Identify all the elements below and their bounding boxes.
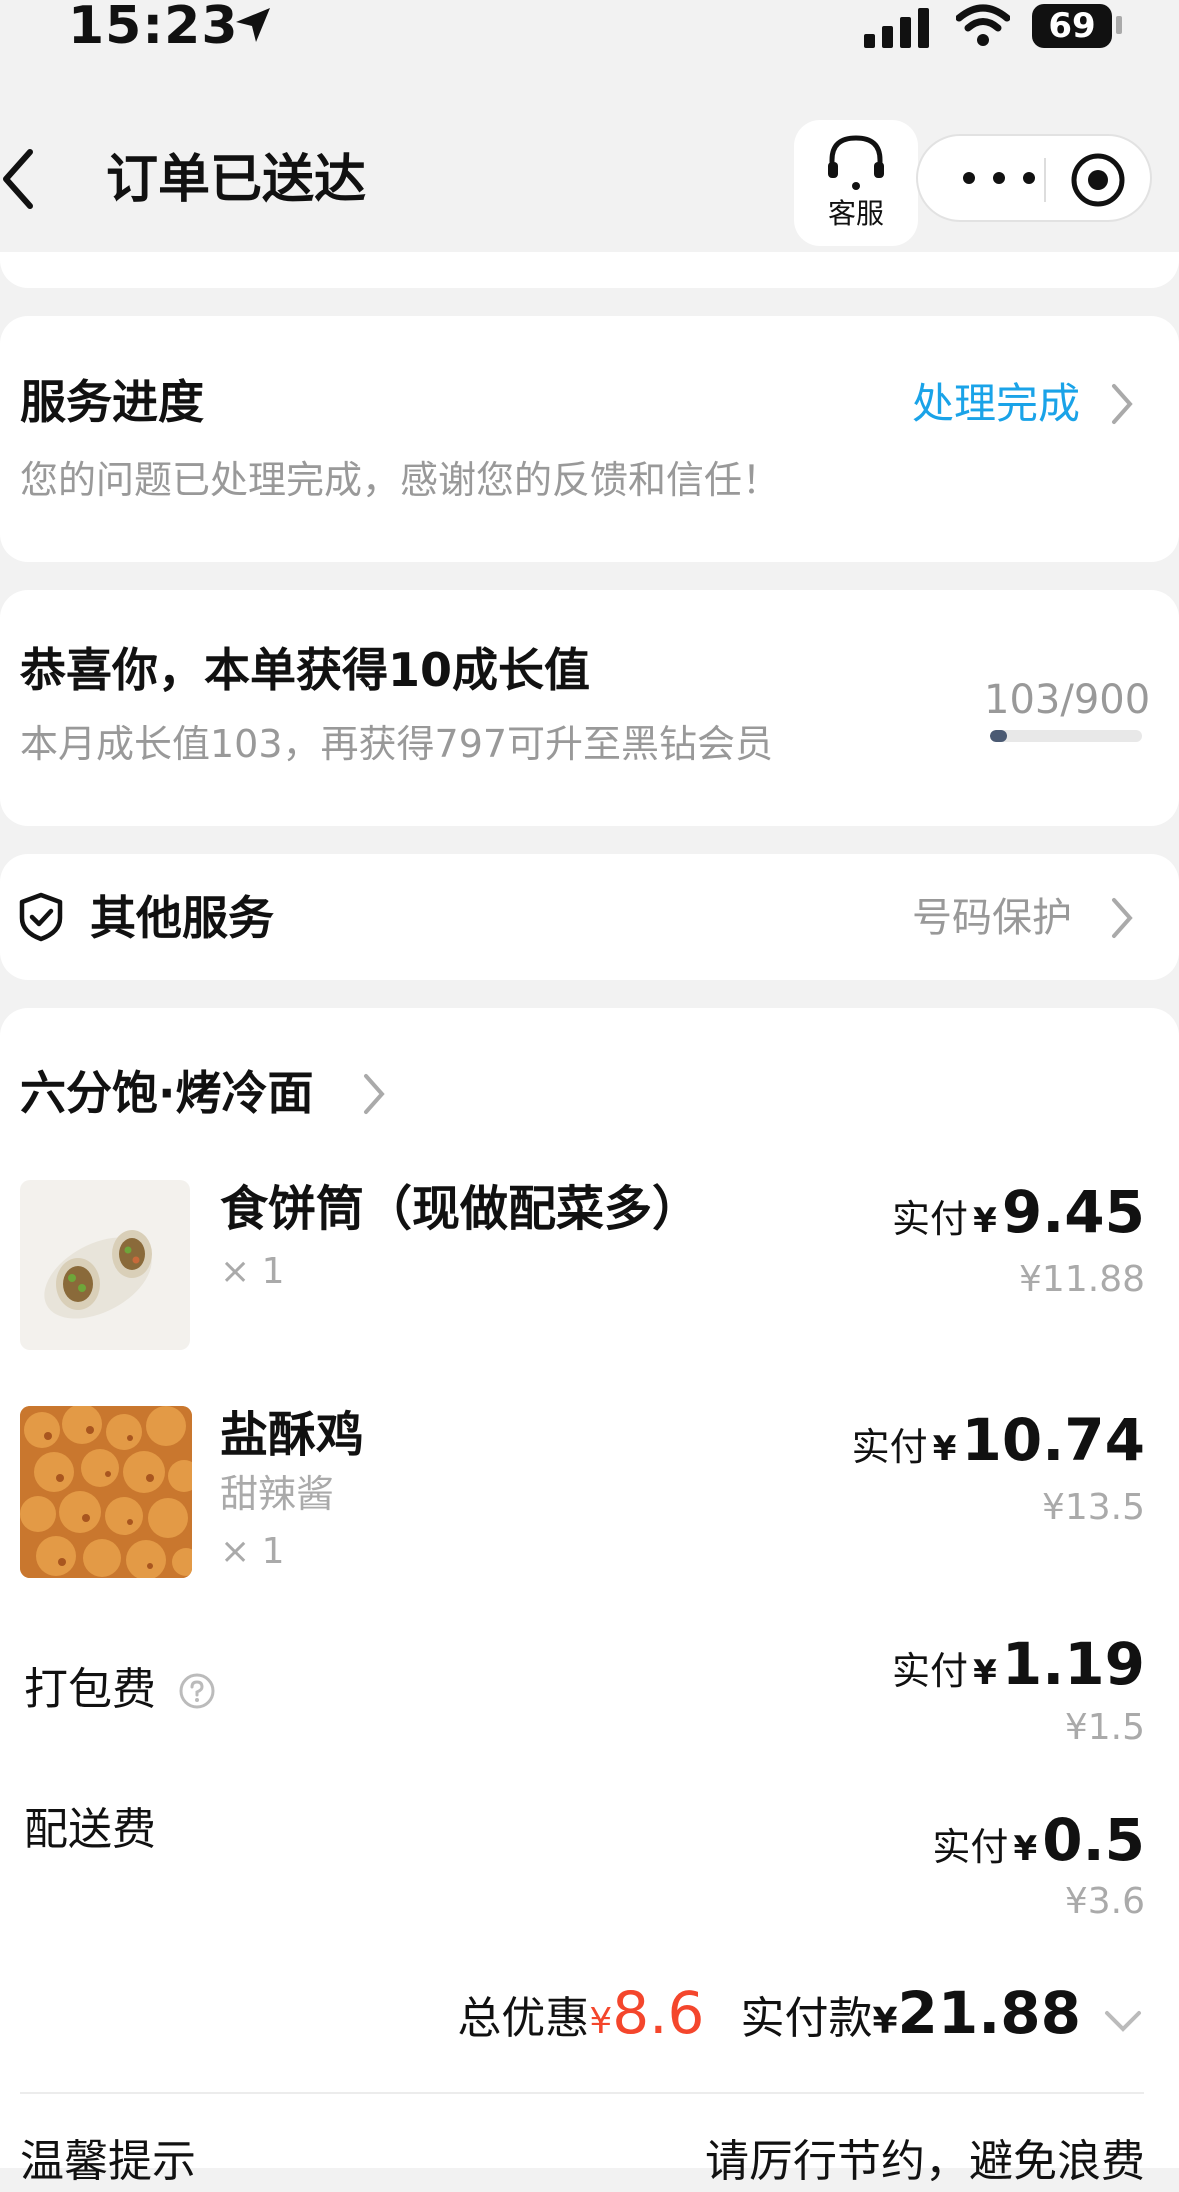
other-services-title: 其他服务 <box>90 891 274 945</box>
item-name: 食饼筒（现做配菜多） <box>220 1181 701 1237</box>
growth-progress-text: 103/900 <box>984 677 1151 723</box>
item-qty: × 1 <box>220 1531 285 1572</box>
currency-symbol: ¥ <box>932 1429 957 1469</box>
currency-symbol: ¥ <box>973 1201 997 1241</box>
close-mini-program-icon[interactable] <box>1070 152 1126 208</box>
paid-label: 实付 <box>932 1825 1009 1869</box>
number-protection-link[interactable]: 号码保护 <box>912 894 1072 942</box>
chevron-down-icon[interactable] <box>1103 2009 1143 2033</box>
item-original-price: ¥13.5 <box>1041 1487 1145 1528</box>
paid-amount: 0.5 <box>1042 1806 1145 1874</box>
wifi-icon <box>956 4 1010 46</box>
packaging-fee-original: ¥1.5 <box>1064 1707 1145 1748</box>
delivery-fee-label: 配送费 <box>24 1804 156 1855</box>
growth-value-card[interactable]: 恭喜你，本单获得10成长值 本月成长值103，再获得797可升至黑钻会员 103… <box>0 590 1179 826</box>
item-paid-price: 实付 ¥ 10.74 <box>852 1406 1145 1474</box>
paid-amount: 1.19 <box>1001 1630 1145 1698</box>
item-name: 盐酥鸡 <box>220 1407 365 1463</box>
growth-progress-fill <box>990 730 1008 742</box>
location-arrow-icon <box>236 8 270 42</box>
tip-message: 请厉行节约，避免浪费 <box>705 2136 1145 2187</box>
headset-icon <box>828 135 884 190</box>
customer-service-label: 客服 <box>827 197 884 230</box>
growth-subtitle: 本月成长值103，再获得797可升至黑钻会员 <box>20 722 774 766</box>
paid-amount: 9.45 <box>1001 1178 1145 1246</box>
delivery-fee-paid: 实付 ¥ 0.5 <box>932 1806 1145 1874</box>
capsule-divider <box>1044 158 1046 202</box>
wrap-food-image <box>44 1230 152 1319</box>
shield-check-icon <box>19 892 63 942</box>
discount-currency: ¥ <box>589 2001 613 2042</box>
chevron-right-icon <box>1112 384 1133 424</box>
paid-label: 实付 <box>892 1649 969 1693</box>
currency-symbol: ¥ <box>1013 1829 1038 1869</box>
chevron-right-icon[interactable] <box>362 1072 386 1116</box>
item-original-price: ¥11.88 <box>1019 1259 1145 1300</box>
service-progress-card[interactable]: 服务进度 处理完成 您的问题已处理完成，感谢您的反馈和信任！ <box>0 316 1179 562</box>
battery-cap <box>1116 16 1122 34</box>
help-question-icon[interactable] <box>178 1672 216 1710</box>
previous-card-bottom <box>0 252 1179 288</box>
paid-total-value: 21.88 <box>897 1979 1081 2047</box>
status-time: 15:23 <box>68 0 239 56</box>
paid-amount: 10.74 <box>961 1406 1145 1474</box>
back-arrow-icon[interactable] <box>0 144 40 214</box>
cellular-signal-icon <box>864 8 929 48</box>
other-services-card[interactable]: 其他服务 号码保护 <box>0 854 1179 980</box>
item-qty: × 1 <box>220 1251 285 1292</box>
growth-progress-bar <box>990 730 1142 742</box>
service-progress-title: 服务进度 <box>20 375 204 429</box>
customer-service-button[interactable]: 客服 <box>794 120 918 246</box>
chevron-right-icon <box>1112 898 1133 938</box>
item-spec: 甜辣酱 <box>220 1472 335 1516</box>
paid-total-label: 实付款 <box>740 1993 873 2044</box>
item-paid-price: 实付 ¥ 9.45 <box>892 1178 1145 1246</box>
tip-label: 温馨提示 <box>20 2136 196 2187</box>
delivery-fee-original: ¥3.6 <box>1064 1881 1145 1922</box>
item-image-yansuji[interactable] <box>20 1406 192 1578</box>
service-status-link[interactable]: 处理完成 <box>912 376 1080 432</box>
paid-label: 实付 <box>892 1197 969 1241</box>
currency-symbol: ¥ <box>973 1653 997 1693</box>
paid-total-currency: ¥ <box>872 2001 898 2042</box>
total-discount-value: 8.6 <box>612 1979 705 2047</box>
total-discount-label: 总优惠 <box>457 1993 590 2044</box>
mini-program-capsule <box>916 134 1152 222</box>
more-dots-icon[interactable] <box>954 166 1044 190</box>
packaging-fee-paid: 实付 ¥ 1.19 <box>892 1630 1145 1698</box>
growth-title: 恭喜你，本单获得10成长值 <box>20 643 591 697</box>
section-divider <box>20 2092 1144 2094</box>
paid-label: 实付 <box>851 1425 928 1469</box>
page-title: 订单已送达 <box>106 150 367 210</box>
battery-indicator: 69 <box>1032 4 1112 48</box>
store-name[interactable]: 六分饱·烤冷面 <box>20 1064 313 1122</box>
item-image-shibingtong[interactable] <box>20 1180 190 1350</box>
service-progress-message: 您的问题已处理完成，感谢您的反馈和信任！ <box>20 458 781 502</box>
fried-chicken-image <box>20 1406 192 1578</box>
order-total-summary[interactable]: 总优惠¥8.6 实付款¥21.88 <box>457 1976 1143 2059</box>
packaging-fee-label: 打包费 <box>24 1664 156 1715</box>
